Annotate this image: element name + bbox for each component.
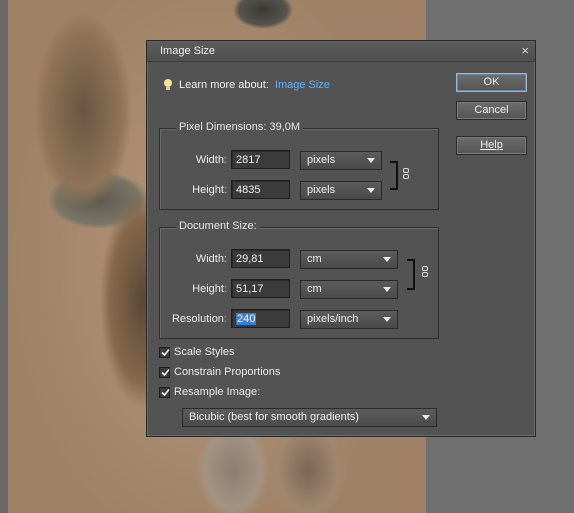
cancel-button[interactable]: Cancel	[456, 101, 527, 120]
scale-styles-label: Scale Styles	[174, 346, 235, 358]
resolution-label: Resolution:	[171, 313, 227, 325]
learn-more-label: Learn more about:	[179, 79, 269, 91]
checkmark-icon	[161, 368, 170, 376]
learn-more: Learn more about: Image Size	[163, 77, 330, 93]
pixel-link-bracket	[390, 161, 398, 190]
doc-width-unit-value: cm	[307, 253, 322, 265]
dialog-titlebar[interactable]: Image Size ×	[147, 41, 535, 62]
dialog-title: Image Size	[160, 45, 216, 57]
doc-width-unit-select[interactable]: cm	[300, 250, 398, 269]
pixel-height-label: Height:	[192, 184, 227, 196]
resample-method-select[interactable]: Bicubic (best for smooth gradients)	[182, 408, 437, 427]
resample-image-checkbox[interactable]	[159, 386, 170, 398]
resample-image-checkbox-row[interactable]: Resample Image:	[159, 384, 260, 400]
pixel-dimensions-title: Pixel Dimensions: 39,0M	[176, 121, 304, 133]
chevron-down-icon	[383, 287, 391, 292]
doc-height-input[interactable]: 51,17	[231, 279, 290, 298]
lightbulb-icon	[164, 79, 172, 90]
pixel-width-unit-value: pixels	[307, 154, 336, 166]
constrain-proportions-checkbox-row[interactable]: Constrain Proportions	[159, 364, 280, 380]
scale-styles-checkbox-row[interactable]: Scale Styles	[159, 344, 235, 360]
help-button-label: Help	[480, 139, 503, 151]
learn-more-link[interactable]: Image Size	[275, 79, 330, 91]
document-size-title: Document Size:	[176, 220, 260, 232]
chevron-down-icon	[383, 317, 391, 322]
pixel-width-label: Width:	[195, 154, 227, 166]
help-button[interactable]: Help	[456, 136, 527, 155]
document-link-bracket	[407, 259, 415, 290]
checkmark-icon	[161, 348, 170, 356]
scale-styles-checkbox[interactable]	[159, 346, 170, 358]
doc-height-label: Height:	[192, 283, 227, 295]
pixel-height-unit-value: pixels	[307, 184, 336, 196]
pixel-width-input[interactable]: 2817	[231, 150, 290, 169]
chevron-down-icon	[367, 158, 375, 163]
checkmark-icon	[161, 388, 170, 396]
constrain-proportions-label: Constrain Proportions	[174, 366, 281, 378]
resolution-unit-value: pixels/inch	[307, 313, 359, 325]
chevron-down-icon	[367, 188, 375, 193]
doc-width-label: Width:	[195, 253, 227, 265]
pixel-width-unit-select[interactable]: pixels	[300, 151, 382, 170]
ok-button[interactable]: OK	[456, 73, 527, 92]
resolution-input[interactable]: 240	[231, 309, 290, 328]
pixel-height-input[interactable]: 4835	[231, 180, 290, 199]
chain-link-icon	[422, 266, 428, 277]
resolution-unit-select[interactable]: pixels/inch	[300, 310, 398, 329]
close-icon[interactable]: ×	[521, 43, 529, 58]
resample-method-value: Bicubic (best for smooth gradients)	[189, 411, 359, 423]
image-size-dialog: Image Size × Learn more about: Image Siz…	[146, 40, 536, 437]
doc-width-input[interactable]: 29,81	[231, 249, 290, 268]
doc-height-unit-value: cm	[307, 283, 322, 295]
constrain-proportions-checkbox[interactable]	[159, 366, 170, 378]
chain-link-icon	[403, 168, 409, 179]
workspace-edge	[0, 0, 8, 513]
chevron-down-icon	[422, 415, 430, 420]
resample-image-label: Resample Image:	[174, 386, 261, 398]
chevron-down-icon	[383, 257, 391, 262]
resolution-value-selected: 240	[236, 313, 257, 325]
doc-height-unit-select[interactable]: cm	[300, 280, 398, 299]
pixel-height-unit-select[interactable]: pixels	[300, 181, 382, 200]
